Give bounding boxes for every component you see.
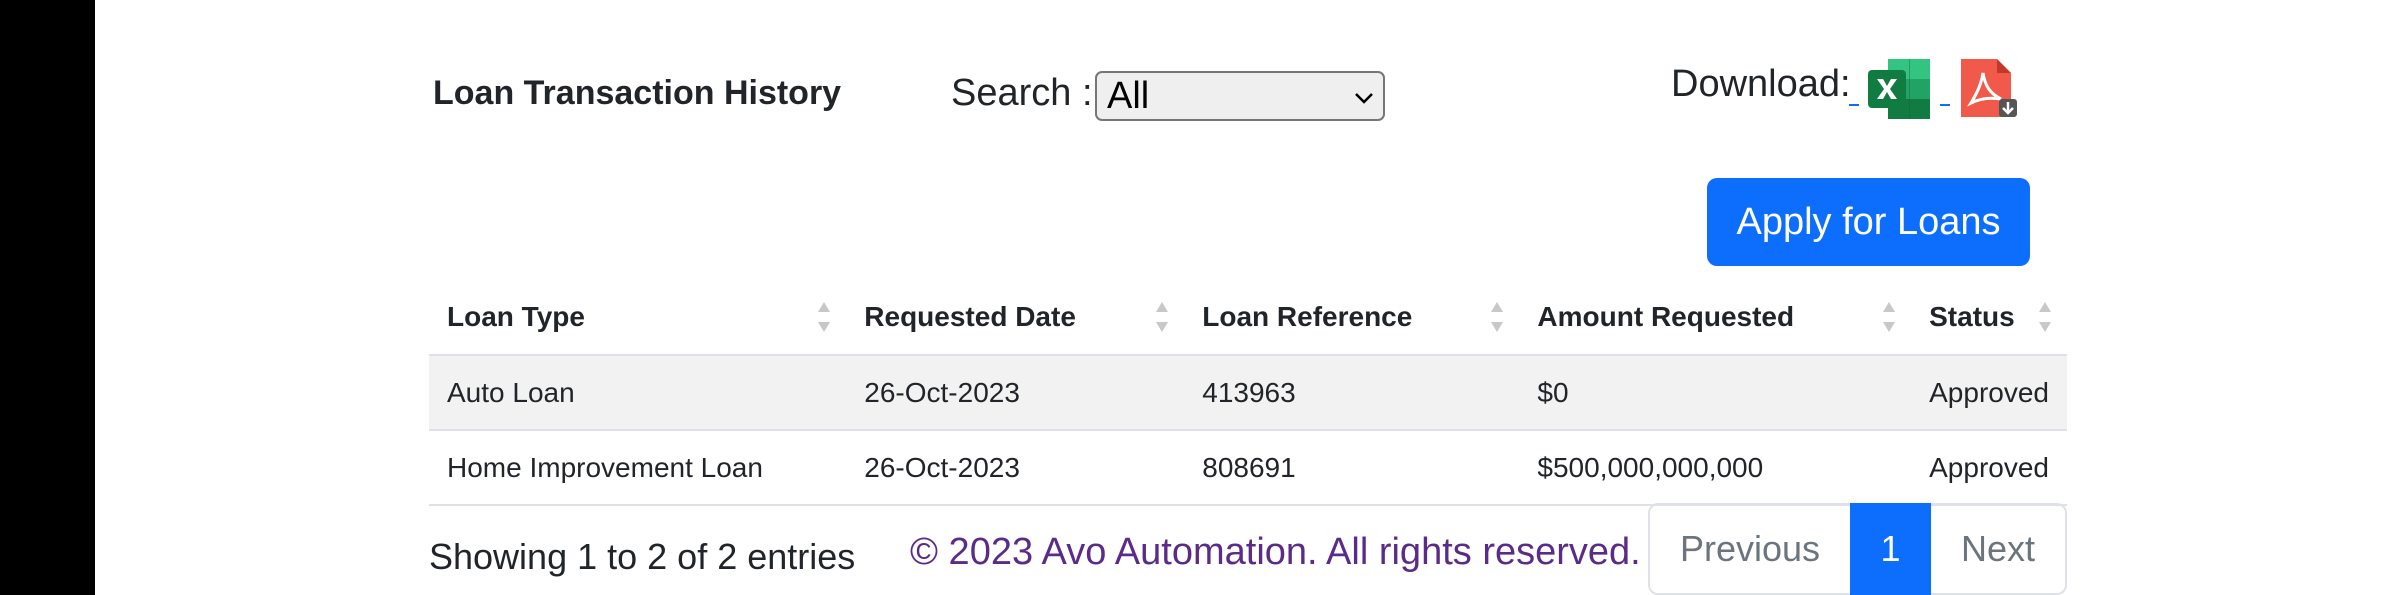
column-header-loan-reference[interactable]: Loan Reference: [1184, 280, 1520, 356]
cell-requested-date: 26-Oct-2023: [846, 355, 1185, 431]
page-title: Loan Transaction History: [433, 74, 842, 112]
pdf-file-icon[interactable]: [1955, 57, 2021, 125]
column-header-label: Loan Reference: [1202, 301, 1413, 332]
cell-loan-type: Auto Loan: [429, 355, 847, 431]
search-label: Search :: [951, 72, 1093, 114]
download-label: Download:: [1671, 63, 1851, 105]
cell-amount-requested: $500,000,000,000: [1519, 430, 1912, 506]
search-select-value: All: [1107, 75, 1150, 117]
loan-transaction-table: Loan Type Requested Date Loan Reference …: [429, 280, 2067, 506]
column-header-label: Amount Requested: [1537, 301, 1795, 332]
apply-for-loans-button[interactable]: Apply for Loans: [1707, 178, 2030, 266]
pdf-download-link[interactable]: [1940, 74, 1950, 106]
table-header-row: Loan Type Requested Date Loan Reference …: [429, 280, 2067, 356]
sort-arrows-icon: [2039, 302, 2051, 332]
column-header-label: Status: [1929, 301, 2015, 332]
copyright-text: © 2023 Avo Automation. All rights reserv…: [910, 531, 1641, 573]
column-header-label: Requested Date: [864, 301, 1076, 332]
column-header-loan-type[interactable]: Loan Type: [429, 280, 847, 356]
cell-requested-date: 26-Oct-2023: [846, 430, 1185, 506]
search-select[interactable]: All: [1095, 71, 1385, 121]
cell-status: Approved: [1911, 430, 2067, 506]
previous-page-button[interactable]: Previous: [1648, 503, 1850, 595]
cell-loan-reference: 808691: [1184, 430, 1520, 506]
sort-arrows-icon: [1156, 302, 1169, 332]
table-row: Home Improvement Loan 26-Oct-2023 808691…: [429, 430, 2067, 506]
excel-file-icon[interactable]: [1866, 57, 1932, 121]
column-header-amount-requested[interactable]: Amount Requested: [1519, 280, 1912, 356]
cell-status: Approved: [1911, 355, 2067, 431]
chevron-down-icon: [1355, 93, 1373, 104]
next-page-button[interactable]: Next: [1931, 503, 2067, 595]
sort-arrows-icon: [1883, 302, 1896, 332]
sort-arrows-icon: [818, 302, 831, 332]
cell-loan-type: Home Improvement Loan: [429, 430, 847, 506]
excel-download-link[interactable]: [1849, 74, 1859, 106]
left-edge-bar: [0, 0, 95, 595]
cell-amount-requested: $0: [1519, 355, 1912, 431]
cell-loan-reference: 413963: [1184, 355, 1520, 431]
page-1-button[interactable]: 1: [1850, 503, 1931, 595]
table-info: Showing 1 to 2 of 2 entries: [429, 536, 856, 577]
pagination: Previous 1 Next: [1648, 503, 2067, 595]
sort-arrows-icon: [1491, 302, 1504, 332]
table-row: Auto Loan 26-Oct-2023 413963 $0 Approved: [429, 355, 2067, 431]
column-header-label: Loan Type: [447, 301, 585, 332]
column-header-status[interactable]: Status: [1911, 280, 2067, 356]
column-header-requested-date[interactable]: Requested Date: [846, 280, 1185, 356]
